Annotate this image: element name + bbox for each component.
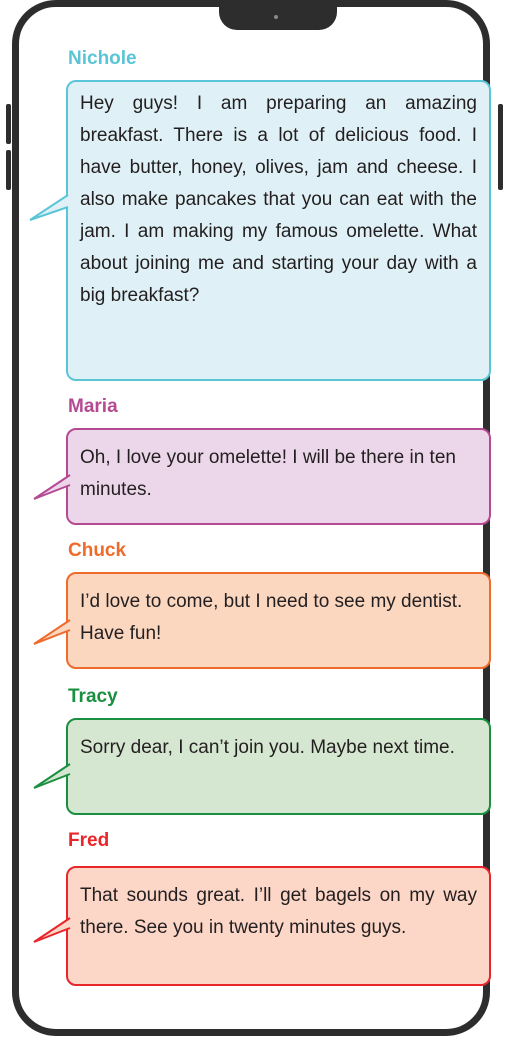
- camera-icon: [274, 15, 278, 19]
- message-bubble-chuck: I’d love to come, but I need to see my d…: [66, 572, 491, 669]
- message-bubble-maria: Oh, I love your omelette! I will be ther…: [66, 428, 491, 525]
- side-button-left-upper: [6, 104, 11, 144]
- sender-name-chuck: Chuck: [68, 540, 127, 561]
- sender-name-nichole: Nichole: [68, 48, 137, 69]
- sender-name-fred: Fred: [68, 830, 110, 851]
- side-button-left-lower: [6, 150, 11, 190]
- side-button-right: [498, 104, 503, 190]
- bubble-tail-fred: [33, 917, 71, 943]
- message-bubble-tracy: Sorry dear, I can’t join you. Maybe next…: [66, 718, 491, 815]
- phone-notch: [219, 0, 337, 30]
- bubble-tail-tracy: [33, 763, 71, 789]
- message-bubble-fred: That sounds great. I’ll get bagels on my…: [66, 866, 491, 986]
- sender-name-maria: Maria: [68, 396, 118, 417]
- message-bubble-nichole: Hey guys! I am preparing an amazing brea…: [66, 80, 491, 381]
- bubble-tail-nichole: [29, 194, 69, 221]
- sender-name-tracy: Tracy: [68, 686, 118, 707]
- bubble-tail-maria: [33, 474, 71, 500]
- bubble-tail-chuck: [33, 619, 71, 645]
